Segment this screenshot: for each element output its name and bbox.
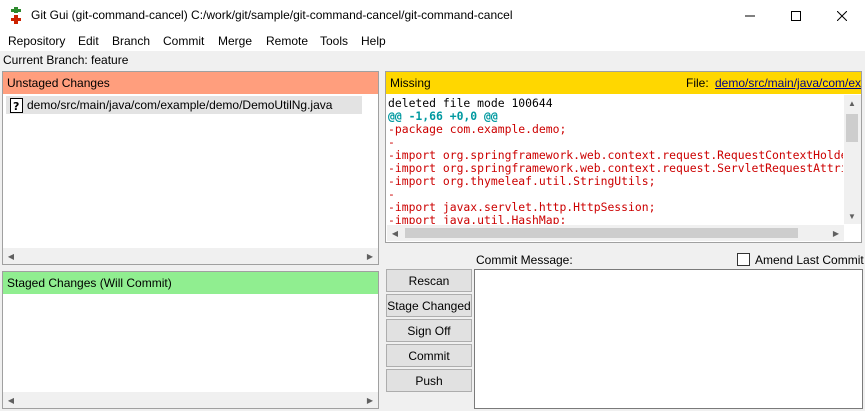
menu-commit[interactable]: Commit: [163, 34, 204, 48]
menu-help[interactable]: Help: [361, 34, 386, 48]
diff-vertical-scrollbar[interactable]: ▲ ▼: [844, 95, 861, 224]
current-branch-label: Current Branch: feature: [3, 53, 129, 67]
svg-text:?: ?: [13, 100, 19, 113]
diff-horizontal-scrollbar[interactable]: ◀ ▶: [387, 225, 844, 241]
scroll-left-arrow-icon[interactable]: ◀: [3, 248, 19, 264]
maximize-icon: [791, 10, 801, 21]
unstaged-changes-panel: Unstaged Changes ? demo/src/main/java/co…: [2, 71, 379, 265]
diff-header: Missing File: demo/src/main/java/com/exa…: [386, 72, 861, 94]
menu-merge[interactable]: Merge: [218, 34, 252, 48]
commit-message-label: Commit Message:: [476, 253, 573, 267]
scroll-right-arrow-icon[interactable]: ▶: [362, 392, 378, 408]
diff-line: -import java.util.HashMap;: [388, 213, 567, 225]
staged-horizontal-scrollbar[interactable]: ◀ ▶: [3, 392, 378, 408]
menu-edit[interactable]: Edit: [78, 34, 99, 48]
unstaged-changes-header: Unstaged Changes: [3, 72, 378, 94]
maximize-button[interactable]: [773, 0, 819, 31]
unstaged-file-item[interactable]: ? demo/src/main/java/com/example/demo/De…: [6, 96, 362, 114]
diff-vertical-scroll-thumb[interactable]: [846, 114, 858, 142]
scroll-up-arrow-icon[interactable]: ▲: [844, 95, 860, 111]
rescan-button[interactable]: Rescan: [386, 269, 472, 292]
menu-tools[interactable]: Tools: [320, 34, 348, 48]
diff-line: -import org.thymeleaf.util.StringUtils;: [388, 174, 656, 188]
scroll-right-arrow-icon[interactable]: ▶: [828, 225, 844, 241]
diff-horizontal-scroll-thumb[interactable]: [405, 228, 798, 238]
minimize-button[interactable]: [727, 0, 773, 31]
diff-viewer-panel: Missing File: demo/src/main/java/com/exa…: [385, 71, 862, 243]
menu-bar: Repository Edit Branch Commit Merge Remo…: [0, 31, 865, 51]
menu-branch[interactable]: Branch: [112, 34, 150, 48]
staged-changes-panel: Staged Changes (Will Commit) ◀ ▶: [2, 271, 379, 409]
commit-message-input[interactable]: [474, 269, 863, 409]
menu-repository[interactable]: Repository: [8, 34, 65, 48]
sign-off-button[interactable]: Sign Off: [386, 319, 472, 342]
unstaged-horizontal-scrollbar[interactable]: ◀ ▶: [3, 248, 378, 264]
scroll-right-arrow-icon[interactable]: ▶: [362, 248, 378, 264]
scroll-down-arrow-icon[interactable]: ▼: [844, 208, 860, 224]
minimize-icon: [745, 15, 755, 16]
close-button[interactable]: [819, 0, 865, 31]
close-icon: [837, 10, 847, 21]
diff-file-label: File:: [686, 76, 709, 90]
stage-changed-button[interactable]: Stage Changed: [386, 294, 472, 317]
question-mark-file-icon: ?: [10, 97, 23, 113]
diff-status-label: Missing: [390, 76, 431, 90]
diff-line: -package com.example.demo;: [388, 122, 567, 136]
diff-text-area[interactable]: deleted file mode 100644 @@ -1,66 +0,0 @@…: [388, 95, 843, 225]
git-gui-app-icon: [11, 7, 21, 24]
title-bar: Git Gui (git-command-cancel) C:/work/git…: [0, 0, 865, 31]
scroll-left-arrow-icon[interactable]: ◀: [387, 225, 403, 241]
commit-button[interactable]: Commit: [386, 344, 472, 367]
push-button[interactable]: Push: [386, 369, 472, 392]
amend-last-commit-label[interactable]: Amend Last Commit: [755, 253, 864, 267]
staged-changes-header: Staged Changes (Will Commit): [3, 272, 378, 294]
window-title: Git Gui (git-command-cancel) C:/work/git…: [31, 8, 513, 22]
diff-file-path-link[interactable]: demo/src/main/java/com/example/demo/Demo…: [715, 76, 861, 90]
amend-last-commit-checkbox[interactable]: [737, 253, 750, 266]
menu-remote[interactable]: Remote: [266, 34, 308, 48]
scroll-left-arrow-icon[interactable]: ◀: [3, 392, 19, 408]
unstaged-file-path: demo/src/main/java/com/example/demo/Demo…: [27, 98, 333, 112]
